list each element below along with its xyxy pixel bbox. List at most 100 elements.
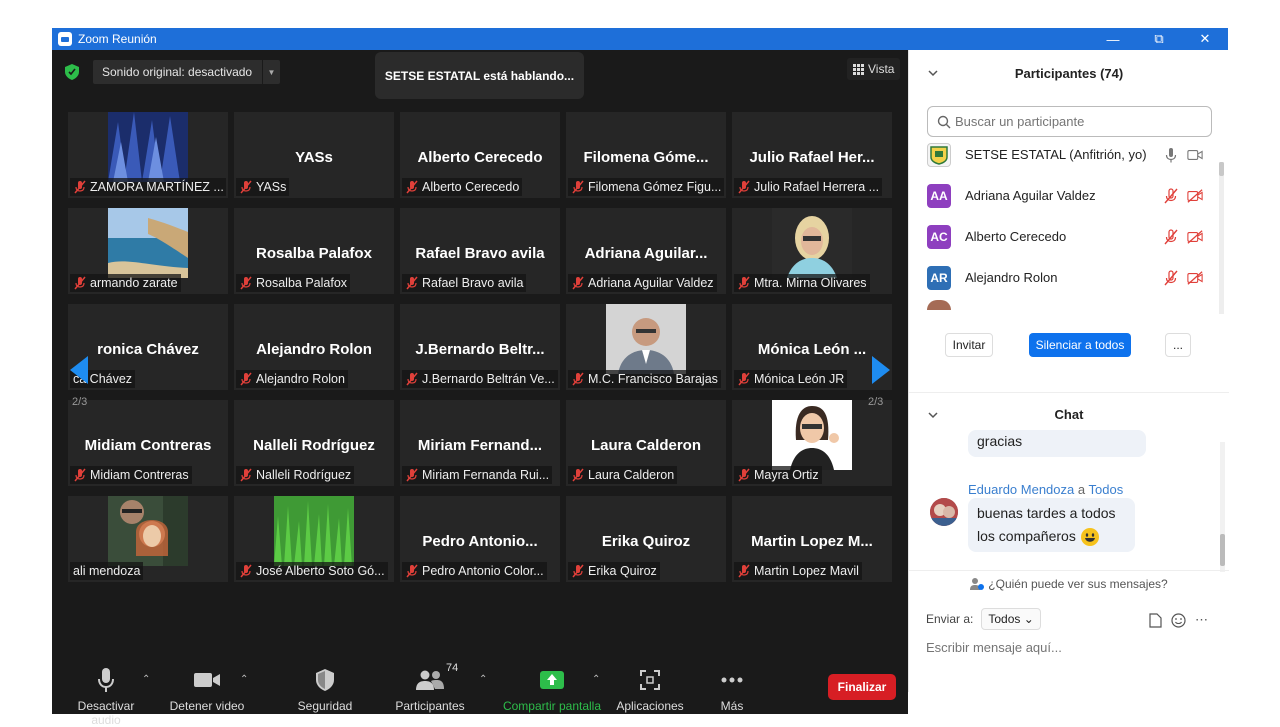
participant-search-input[interactable] bbox=[955, 114, 1211, 129]
video-tile[interactable]: Rafael Bravo avila Rafael Bravo avila bbox=[400, 208, 560, 294]
restore-icon[interactable]: ⧉ bbox=[1136, 28, 1182, 50]
video-tile[interactable]: Erika Quiroz Erika Quiroz bbox=[566, 496, 726, 582]
file-icon[interactable] bbox=[1149, 612, 1162, 628]
participant-row[interactable]: AC Alberto Cerecedo bbox=[909, 216, 1221, 257]
meeting-toolbar: Desactivar audio ⌃ Detener video ⌃ Segur… bbox=[52, 640, 908, 727]
participants-scrollbar[interactable] bbox=[1219, 162, 1224, 314]
muted-microphone-icon bbox=[572, 564, 584, 578]
share-screen-label: Compartir pantalla bbox=[502, 699, 602, 713]
who-can-see-label: ¿Quién puede ver sus mensajes? bbox=[988, 576, 1168, 591]
video-tile[interactable]: José Alberto Soto Gó... bbox=[234, 496, 394, 582]
video-tile[interactable]: Mayra Ortiz bbox=[732, 400, 892, 486]
video-off-icon[interactable] bbox=[1187, 188, 1203, 204]
microphone-icon[interactable] bbox=[1163, 147, 1179, 163]
video-tile[interactable]: M.C. Francisco Barajas bbox=[566, 304, 726, 390]
video-tile[interactable]: Alberto Cerecedo Alberto Cerecedo bbox=[400, 112, 560, 198]
muted-microphone-icon bbox=[738, 276, 750, 290]
send-to-dropdown[interactable]: Todos ⌄ bbox=[981, 608, 1041, 630]
smiley-emoji-icon bbox=[1080, 527, 1099, 546]
security-button[interactable]: Seguridad bbox=[290, 668, 360, 713]
video-tile[interactable]: armando zarate bbox=[68, 208, 228, 294]
muted-microphone-icon bbox=[240, 564, 252, 578]
participant-avatar: AA bbox=[927, 183, 951, 208]
send-to-label: Enviar a: bbox=[926, 612, 974, 626]
video-off-icon[interactable] bbox=[1187, 270, 1203, 286]
muted-microphone-icon[interactable] bbox=[1163, 187, 1179, 204]
participants-more-button[interactable]: ... bbox=[1165, 333, 1191, 357]
muted-microphone-icon bbox=[572, 276, 584, 290]
stop-video-button[interactable]: Detener video bbox=[168, 668, 246, 713]
muted-microphone-icon[interactable] bbox=[1163, 228, 1179, 245]
participant-row[interactable]: AR Alejandro Rolon bbox=[909, 257, 1221, 298]
tile-name-label: Miriam Fernanda Rui... bbox=[402, 466, 553, 484]
previous-page-arrow-icon[interactable] bbox=[70, 356, 90, 384]
video-camera-icon[interactable] bbox=[1187, 147, 1203, 163]
video-tile[interactable]: J.Bernardo Beltr... J.Bernardo Beltrán Ve… bbox=[400, 304, 560, 390]
video-tile[interactable]: Pedro Antonio... Pedro Antonio Color... bbox=[400, 496, 560, 582]
side-panel: Participantes (74) SETSE ESTATAL (Anfitr… bbox=[908, 50, 1229, 692]
recipient-name: Todos bbox=[1088, 482, 1124, 497]
participants-button[interactable]: 74 Participantes bbox=[392, 662, 468, 713]
video-tile[interactable]: Midiam Contreras Midiam Contreras bbox=[68, 400, 228, 486]
mute-all-button[interactable]: Silenciar a todos bbox=[1029, 333, 1131, 357]
video-tile[interactable]: Rosalba Palafox Rosalba Palafox bbox=[234, 208, 394, 294]
sender-avatar bbox=[930, 498, 958, 526]
tile-name-label: Pedro Antonio Color... bbox=[402, 562, 547, 580]
audio-options-caret-icon[interactable]: ⌃ bbox=[142, 674, 150, 685]
apps-button[interactable]: Aplicaciones bbox=[614, 668, 686, 713]
chat-scrollbar[interactable] bbox=[1220, 442, 1225, 572]
mute-audio-button[interactable]: Desactivar audio bbox=[62, 668, 150, 727]
apps-icon bbox=[640, 670, 660, 690]
video-tile[interactable]: Miriam Fernand... Miriam Fernanda Rui... bbox=[400, 400, 560, 486]
share-screen-icon bbox=[540, 671, 564, 689]
share-screen-button[interactable]: Compartir pantalla bbox=[500, 668, 604, 713]
video-tile[interactable]: ZAMORA MARTÍNEZ ... bbox=[68, 112, 228, 198]
muted-microphone-icon bbox=[406, 372, 418, 386]
chat-more-icon[interactable]: ⋯ bbox=[1195, 612, 1208, 628]
chevron-down-icon[interactable]: ▼ bbox=[262, 60, 280, 84]
chat-message-input[interactable] bbox=[926, 640, 1216, 655]
video-tile[interactable]: Mónica León ... Mónica León JR bbox=[732, 304, 892, 390]
next-page-arrow-icon[interactable] bbox=[870, 356, 890, 384]
view-button[interactable]: Vista bbox=[847, 58, 901, 80]
tile-name-label: YASs bbox=[236, 178, 290, 196]
sender-name[interactable]: Eduardo Mendoza bbox=[968, 482, 1074, 497]
tile-name-label: Alberto Cerecedo bbox=[402, 178, 523, 196]
stop-video-label: Detener video bbox=[169, 699, 245, 713]
more-button[interactable]: Más bbox=[712, 668, 752, 713]
who-can-see-messages[interactable]: ¿Quién puede ver sus mensajes? bbox=[909, 570, 1229, 596]
participant-row[interactable]: AA Adriana Aguilar Valdez bbox=[909, 175, 1221, 216]
video-tile[interactable]: Laura Calderon Laura Calderon bbox=[566, 400, 726, 486]
close-icon[interactable]: ✕ bbox=[1182, 28, 1228, 50]
share-options-caret-icon[interactable]: ⌃ bbox=[592, 674, 600, 685]
page-indicator-left: 2/3 bbox=[72, 396, 88, 408]
video-tile[interactable]: ronica Chávez ca Chávez bbox=[68, 304, 228, 390]
participants-icon bbox=[416, 670, 444, 690]
video-tile[interactable]: Mtra. Mirna Olivares bbox=[732, 208, 892, 294]
invite-button[interactable]: Invitar bbox=[945, 333, 993, 357]
minimize-icon[interactable]: — bbox=[1090, 28, 1136, 50]
emoji-icon[interactable] bbox=[1171, 612, 1186, 628]
video-tile[interactable]: Filomena Góme... Filomena Gómez Figu... bbox=[566, 112, 726, 198]
muted-microphone-icon[interactable] bbox=[1163, 269, 1179, 286]
encryption-shield-icon[interactable] bbox=[65, 64, 79, 80]
video-tile[interactable]: ali mendoza bbox=[68, 496, 228, 582]
video-area: Sonido original: desactivado ▼ SETSE EST… bbox=[52, 50, 908, 727]
video-tile[interactable]: Julio Rafael Her... Julio Rafael Herrera … bbox=[732, 112, 892, 198]
video-options-caret-icon[interactable]: ⌃ bbox=[240, 674, 248, 685]
collapse-chevron-icon[interactable] bbox=[927, 67, 939, 79]
chat-collapse-chevron-icon[interactable] bbox=[927, 409, 939, 421]
video-off-icon[interactable] bbox=[1187, 229, 1203, 245]
original-sound-button[interactable]: Sonido original: desactivado ▼ bbox=[93, 60, 280, 84]
video-tile[interactable]: YASs YASs bbox=[234, 112, 394, 198]
video-tile[interactable]: Nalleli Rodríguez Nalleli Rodríguez bbox=[234, 400, 394, 486]
video-tile[interactable]: Adriana Aguilar... Adriana Aguilar Valdez bbox=[566, 208, 726, 294]
participant-row-partial bbox=[927, 300, 951, 310]
participant-search[interactable] bbox=[927, 106, 1212, 137]
search-icon bbox=[937, 115, 951, 128]
participants-options-caret-icon[interactable]: ⌃ bbox=[479, 674, 487, 685]
participant-row[interactable]: SETSE ESTATAL (Anfitrión, yo) bbox=[909, 142, 1221, 175]
video-tile[interactable]: Alejandro Rolon Alejandro Rolon bbox=[234, 304, 394, 390]
video-tile[interactable]: Martin Lopez M... Martin Lopez Mavil bbox=[732, 496, 892, 582]
end-meeting-button[interactable]: Finalizar bbox=[828, 674, 896, 700]
